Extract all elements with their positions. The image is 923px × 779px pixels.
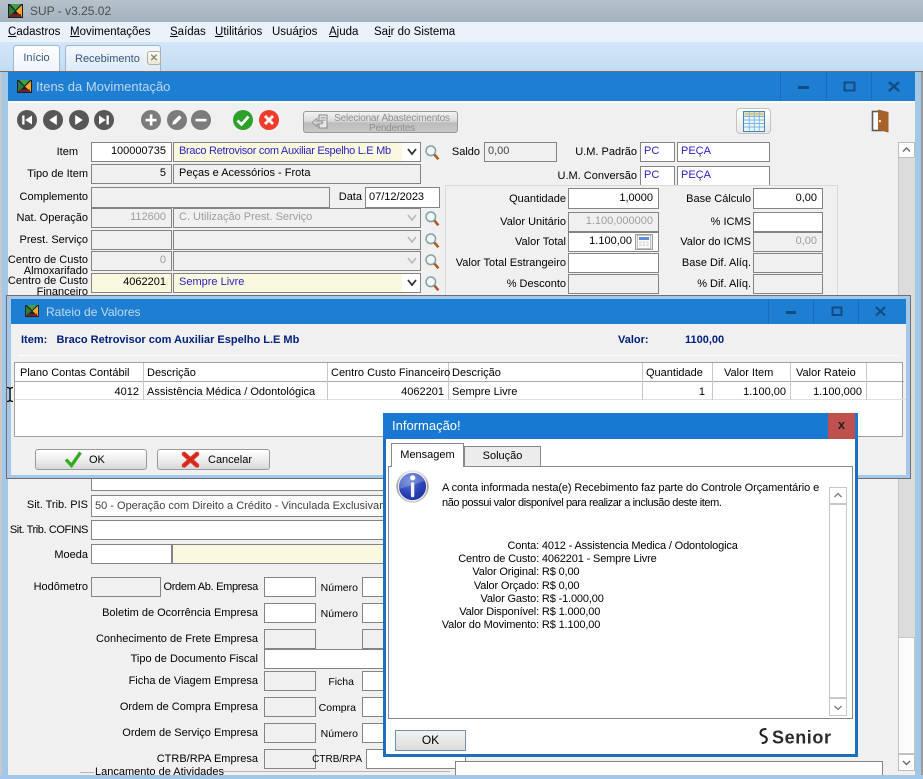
svg-text:Senior: Senior (772, 728, 832, 748)
